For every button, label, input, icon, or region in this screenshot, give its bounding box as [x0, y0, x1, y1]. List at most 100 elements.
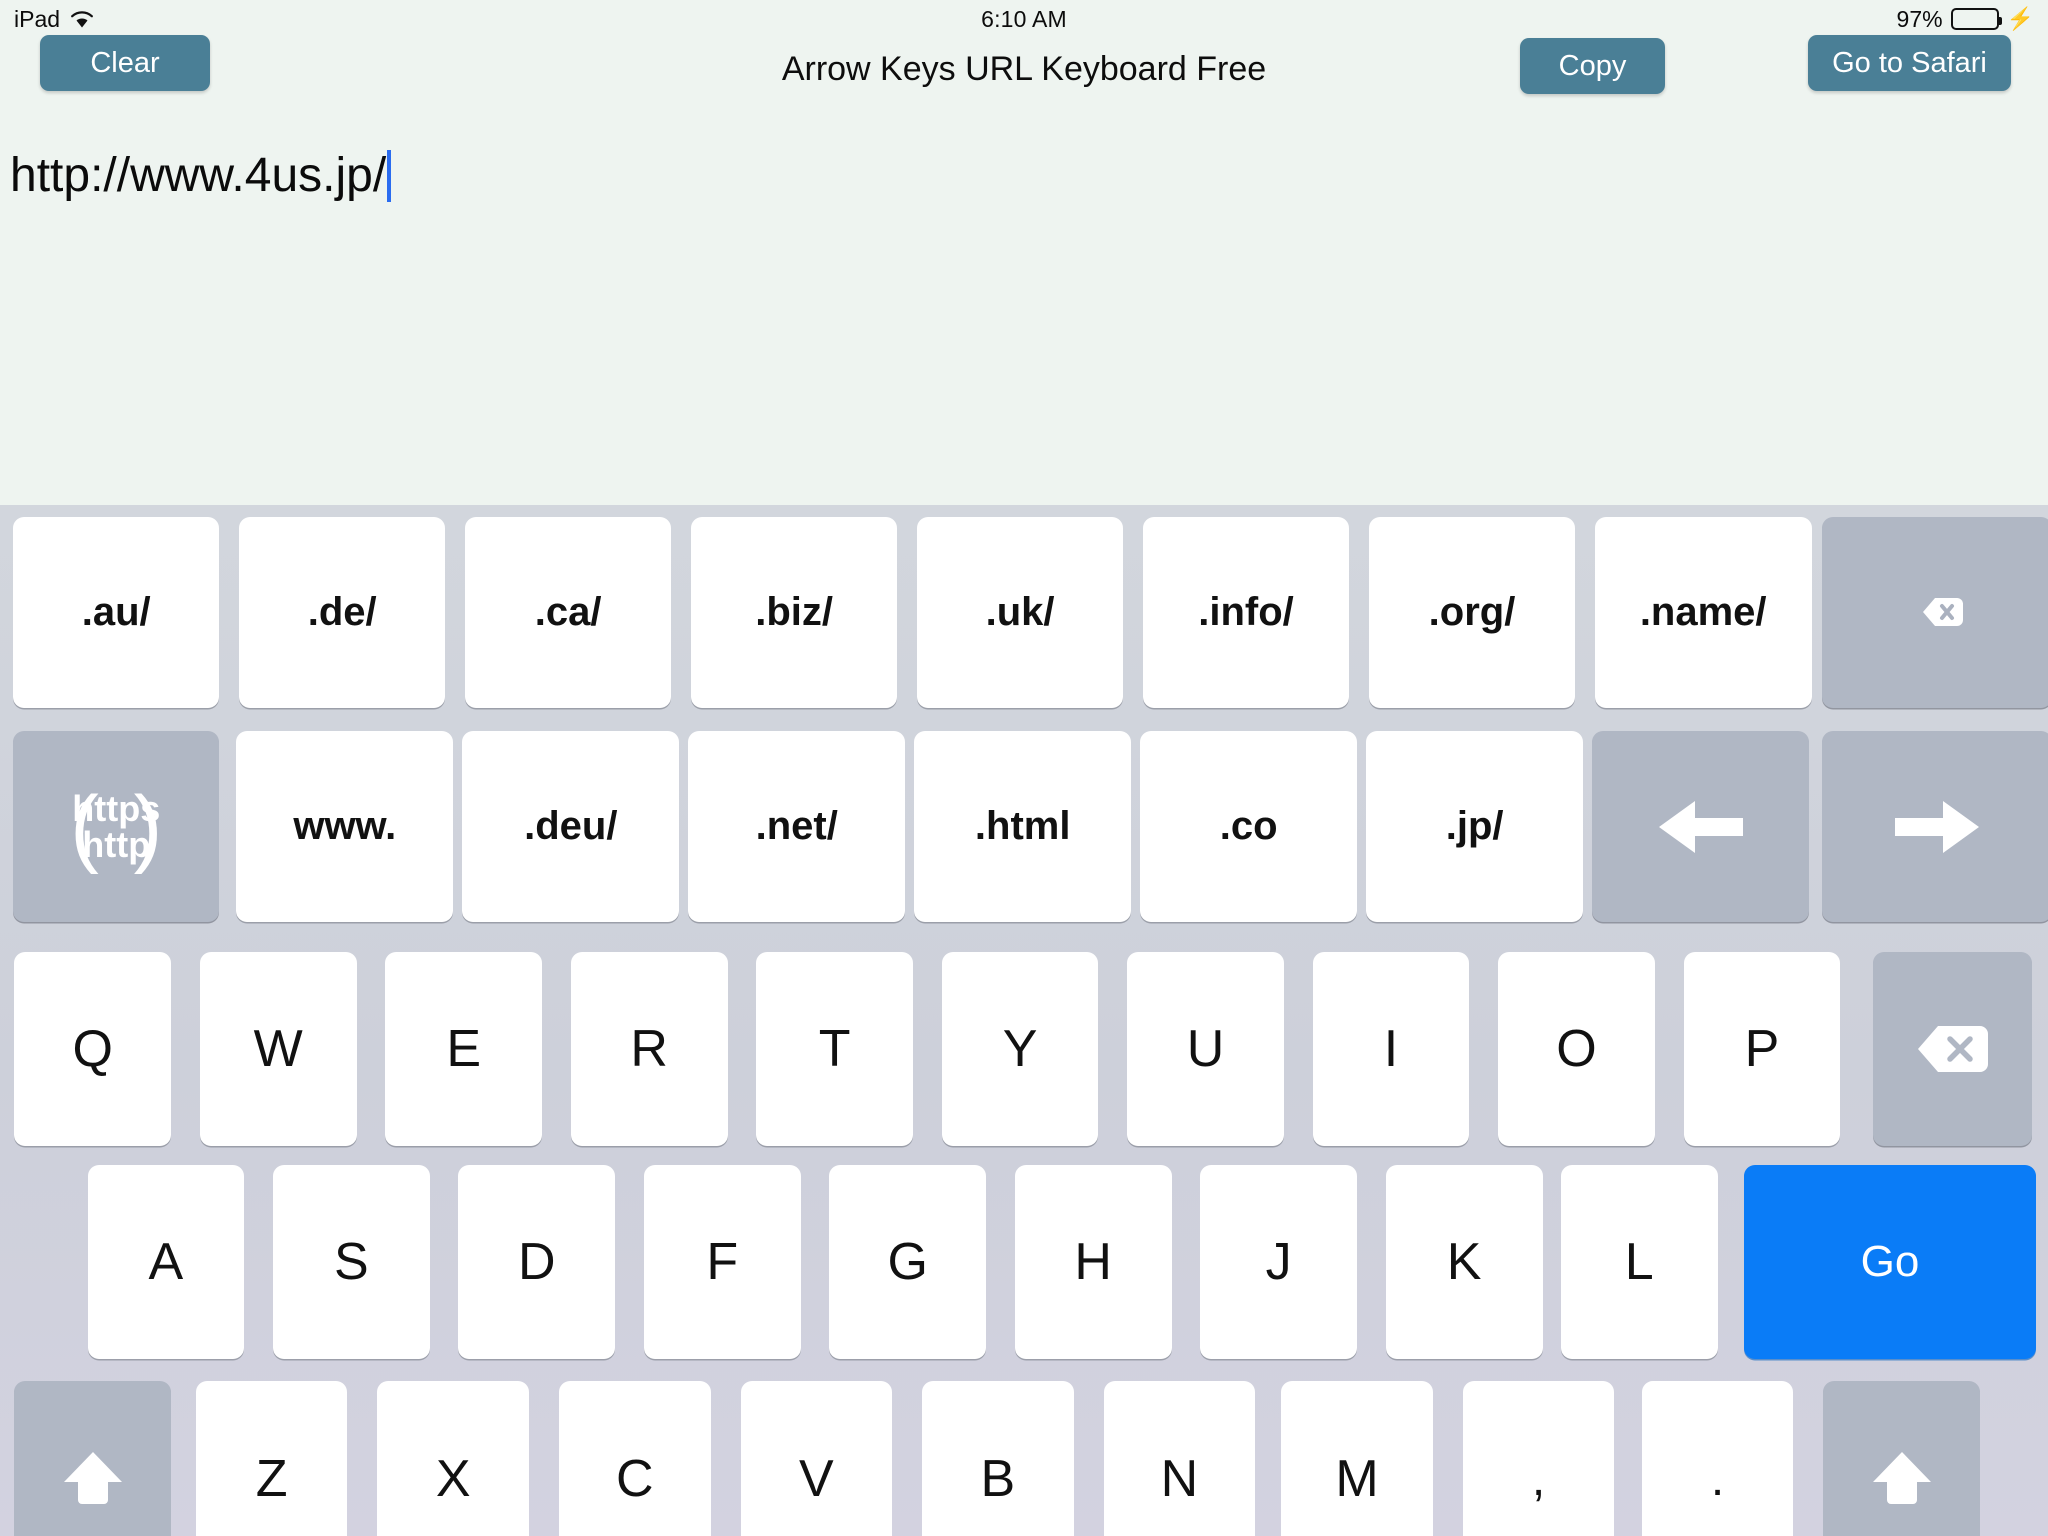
key-e[interactable]: E [385, 951, 543, 1146]
arrow-right-icon [1891, 797, 1983, 857]
key-label: .html [974, 804, 1071, 849]
key-co[interactable]: .co [1140, 731, 1358, 923]
key-a[interactable]: A [87, 1165, 245, 1359]
url-value: http://www.4us.jp/ [10, 149, 387, 202]
key-ca[interactable]: .ca/ [464, 516, 672, 708]
arrow-right-icon[interactable] [1822, 731, 2048, 923]
key-net[interactable]: .net/ [688, 731, 906, 923]
go-to-safari-button[interactable]: Go to Safari [1808, 35, 2011, 91]
key-o[interactable]: O [1498, 951, 1655, 1146]
status-bar: iPad 6:10 AM 97% ⚡ [0, 0, 2048, 38]
arrow-left-icon [1655, 797, 1747, 857]
key-info[interactable]: .info/ [1142, 516, 1350, 708]
paren-right: ) [133, 778, 163, 875]
backspace-icon [1914, 1020, 1992, 1078]
key-label: V [798, 1450, 834, 1509]
key-biz[interactable]: .biz/ [690, 516, 898, 708]
key-deu[interactable]: .deu/ [462, 731, 680, 923]
key-t[interactable]: T [756, 951, 913, 1146]
key-label: H [1074, 1232, 1112, 1291]
key-label: K [1446, 1232, 1482, 1291]
key-name[interactable]: .name/ [1594, 516, 1812, 708]
key-d[interactable]: D [458, 1165, 616, 1359]
key-q[interactable]: Q [14, 951, 172, 1146]
key-label: M [1335, 1450, 1379, 1509]
key-label: www. [293, 804, 397, 849]
key-label: G [887, 1232, 928, 1291]
copy-button[interactable]: Copy [1520, 38, 1665, 94]
key-label: A [148, 1232, 184, 1291]
key-label: X [435, 1450, 471, 1509]
key-label: .net/ [755, 804, 838, 849]
key-label: F [706, 1232, 739, 1291]
key-b[interactable]: B [922, 1381, 1074, 1536]
key-label: .de/ [307, 589, 377, 634]
shift-right-icon[interactable] [1823, 1381, 1981, 1536]
key-s[interactable]: S [272, 1165, 430, 1359]
key-l[interactable]: L [1560, 1165, 1718, 1359]
lightning-bolt-icon: ⚡ [2006, 6, 2034, 31]
key-c[interactable]: C [559, 1381, 711, 1536]
key-period[interactable]: . [1641, 1381, 1794, 1536]
key-m[interactable]: M [1281, 1381, 1433, 1536]
key-label: .info/ [1198, 589, 1294, 634]
key-label: D [518, 1232, 556, 1291]
key-go[interactable]: Go [1743, 1165, 2037, 1359]
key-k[interactable]: K [1385, 1165, 1543, 1359]
url-input-area[interactable]: http://www.4us.jp/ Tap to Input [0, 110, 2048, 554]
key-r[interactable]: R [570, 951, 728, 1146]
key-protocol-toggle[interactable]: (https http) [13, 731, 220, 923]
key-h[interactable]: H [1014, 1165, 1172, 1359]
key-w[interactable]: W [199, 951, 357, 1146]
paren-left: ( [70, 778, 99, 875]
key-label: E [446, 1019, 481, 1078]
key-j[interactable]: J [1200, 1165, 1358, 1359]
key-x[interactable]: X [377, 1381, 529, 1536]
key-label: .uk/ [985, 589, 1055, 634]
key-org[interactable]: .org/ [1368, 516, 1576, 708]
battery-percent-label: 97% [1896, 5, 1943, 32]
url-text-field[interactable]: http://www.4us.jp/ [10, 148, 392, 203]
key-n[interactable]: N [1103, 1381, 1256, 1536]
key-label: J [1265, 1232, 1292, 1291]
shift-right-icon [1869, 1446, 1935, 1512]
key-uk[interactable]: .uk/ [916, 516, 1124, 708]
key-label: R [630, 1019, 668, 1078]
key-f[interactable]: F [643, 1165, 801, 1359]
shift-left-icon [60, 1446, 126, 1512]
delete-small-icon[interactable] [1822, 516, 2048, 708]
key-label: .au/ [81, 589, 151, 634]
arrow-left-icon[interactable] [1592, 731, 1809, 923]
key-label: U [1186, 1019, 1225, 1078]
key-y[interactable]: Y [941, 951, 1099, 1146]
backspace-icon[interactable] [1872, 951, 2033, 1146]
key-de[interactable]: .de/ [239, 516, 446, 708]
key-label: P [1744, 1019, 1780, 1078]
key-label: Y [1002, 1019, 1038, 1078]
key-label: .name/ [1639, 589, 1767, 634]
key-www[interactable]: www. [236, 731, 454, 923]
battery-icon [1950, 8, 2002, 30]
key-comma[interactable]: , [1462, 1381, 1615, 1536]
shift-left-icon[interactable] [14, 1381, 172, 1536]
key-label: .deu/ [524, 804, 618, 849]
key-i[interactable]: I [1312, 951, 1470, 1146]
key-label: T [818, 1019, 851, 1078]
key-g[interactable]: G [829, 1165, 987, 1359]
status-bar-time: 6:10 AM [981, 5, 1067, 32]
key-label: L [1624, 1232, 1654, 1291]
key-z[interactable]: Z [195, 1381, 348, 1536]
key-label: .co [1219, 804, 1278, 849]
key-au[interactable]: .au/ [13, 516, 220, 708]
key-u[interactable]: U [1127, 951, 1284, 1146]
key-label: O [1556, 1019, 1597, 1078]
key-p[interactable]: P [1683, 951, 1841, 1146]
key-jp[interactable]: .jp/ [1366, 731, 1584, 923]
key-label: .org/ [1428, 589, 1516, 634]
key-html[interactable]: .html [914, 731, 1132, 923]
key-label: Go [1860, 1236, 1920, 1286]
key-label: . [1710, 1452, 1725, 1506]
key-v[interactable]: V [740, 1381, 893, 1536]
key-label: .biz/ [755, 589, 833, 634]
text-caret [387, 149, 392, 202]
